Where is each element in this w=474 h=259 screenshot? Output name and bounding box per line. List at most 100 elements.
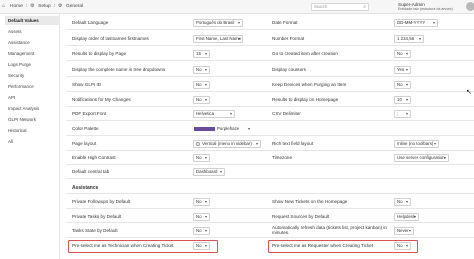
sidebar-item-assets[interactable]: Assets [0, 27, 60, 36]
sidebar-item-management[interactable]: Management [0, 49, 60, 58]
chevron-down-icon: ▾ [204, 228, 207, 233]
pdf-font-select[interactable]: Helvetica ▾ [193, 110, 235, 118]
go-to-created-select[interactable]: No ▾ [394, 50, 411, 58]
notifications-value: No [196, 97, 202, 102]
divider [66, 193, 474, 194]
divider [66, 237, 474, 238]
rich-text-layout-label: Rich text field layout [272, 141, 314, 146]
timezone-label: Timezone [272, 155, 292, 160]
go-to-created-label: Go to created item after creation [272, 51, 338, 56]
display-counters-value: Yes [397, 67, 405, 72]
sidebar-item-glpi-network[interactable]: GLPI Network [0, 115, 60, 124]
chevron-down-icon: ▾ [219, 169, 222, 174]
chevron-down-icon: ▾ [405, 51, 408, 56]
date-format-value: DD-MM-YYYY [397, 20, 426, 25]
page-layout-label: Page layout [72, 141, 97, 146]
auto-refresh-select[interactable]: Never ▾ [394, 227, 414, 235]
high-contrast-select[interactable]: No ▾ [193, 154, 210, 162]
sidebar-item-default-values[interactable]: Default Values [5, 16, 60, 25]
default-language-label: Default Language [72, 20, 109, 25]
private-tasks-select[interactable]: No ▾ [193, 213, 210, 221]
number-format-label: Number Format [272, 36, 305, 41]
default-language-value: Português do Brasil [196, 20, 235, 25]
breadcrumb-separator: / [25, 4, 28, 9]
chevron-down-icon: ▾ [204, 51, 207, 56]
divider [66, 222, 474, 223]
csv-delimiter-value: ; [397, 111, 399, 116]
keep-devices-value: No [397, 82, 403, 87]
high-contrast-label: Enable High Contrast [72, 155, 116, 160]
rich-text-layout-select[interactable]: Inline (no toolbars) ▾ [394, 140, 439, 148]
assistance-section-title: Assistance [72, 185, 99, 191]
results-per-page-select[interactable]: 15 ▾ [193, 50, 210, 58]
preselect-requester-select[interactable]: No ▾ [394, 242, 411, 250]
divider [66, 91, 474, 92]
search-input[interactable]: Search ⌕ [311, 3, 369, 11]
complete-name-label: Display the complete name in tree dropdo… [72, 67, 166, 72]
sidebar-item-impact-analysis[interactable]: Impact Analysis [0, 104, 60, 113]
private-followups-label: Private Followups by Default [72, 199, 131, 204]
sidebar-item-performance[interactable]: Performance [0, 82, 60, 91]
divider [66, 76, 474, 77]
private-followups-value: No [196, 199, 202, 204]
user-menu[interactable]: Super-Admin Entidade raiz (estrutura da … [398, 2, 453, 12]
search-placeholder: Search [314, 4, 328, 9]
results-per-page-label: Results to display by Page [72, 51, 127, 56]
private-followups-select[interactable]: No ▾ [193, 198, 210, 206]
private-tasks-value: No [196, 214, 202, 219]
page-layout-select[interactable]: Vertical (menu in sidebar) ▾ [193, 140, 261, 148]
date-format-select[interactable]: DD-MM-YYYY ▾ [394, 19, 438, 27]
display-counters-select[interactable]: Yes ▾ [394, 66, 411, 74]
breadcrumb-general[interactable]: General [66, 4, 83, 9]
chevron-down-icon: ▾ [405, 97, 408, 102]
chevron-down-icon: ▾ [405, 111, 408, 116]
auto-refresh-label: Automatically refresh data (tickets list… [272, 225, 387, 235]
notifications-label: Notifications for My Changes [72, 97, 131, 102]
new-tickets-homepage-value: No [397, 199, 403, 204]
breadcrumb-separator: / [53, 4, 56, 9]
new-tickets-homepage-label: Show New Tickets on the Homepage [272, 199, 348, 204]
new-tickets-homepage-select[interactable]: No ▾ [394, 198, 411, 206]
breadcrumb-setup[interactable]: Setup [38, 4, 51, 9]
timezone-select[interactable]: Use server configuration ▾ [394, 154, 449, 162]
home-icon[interactable]: ⌂ [2, 4, 7, 9]
sidebar-item-logs-purge[interactable]: Logs Purge [0, 60, 60, 69]
sidebar-item-historical[interactable]: Historical [0, 126, 60, 135]
pdf-font-label: PDF Export Font [72, 111, 107, 116]
preselect-technician-select[interactable]: No ▾ [193, 242, 210, 250]
search-icon[interactable]: ⌕ [363, 4, 366, 10]
chevron-down-icon: ▾ [405, 82, 408, 87]
gear-icon: ⚙ [58, 3, 63, 9]
complete-name-select[interactable]: No ▾ [193, 66, 210, 74]
sidebar-item-security[interactable]: Security [0, 71, 60, 80]
number-format-select[interactable]: 1 234,56 ▾ [394, 35, 424, 43]
chevron-down-icon: ▾ [408, 228, 411, 233]
tasks-state-select[interactable]: No ▾ [193, 227, 210, 235]
show-glpi-id-select[interactable]: No ▾ [193, 81, 210, 89]
sidebar-item-api[interactable]: API [0, 93, 60, 102]
default-tab-select[interactable]: Dashboard ▾ [193, 168, 225, 176]
avatar[interactable] [466, 2, 474, 11]
chevron-down-icon: ▾ [433, 141, 436, 146]
name-order-value: First Name, Last Name [196, 36, 242, 41]
name-order-select[interactable]: First Name, Last Name ▾ [193, 35, 243, 43]
chevron-down-icon: ▾ [204, 199, 207, 204]
number-format-value: 1 234,56 [397, 36, 415, 41]
csv-delimiter-select[interactable]: ; ▾ [394, 110, 411, 118]
divider [66, 45, 474, 46]
notifications-select[interactable]: No ▾ [193, 96, 210, 104]
chevron-down-icon: ▾ [204, 155, 207, 160]
homepage-results-select[interactable]: 10 ▾ [394, 96, 411, 104]
page-layout-value: Vertical (menu in sidebar) [202, 141, 252, 146]
color-palette-value: Purplehaze [217, 126, 240, 131]
breadcrumb-home[interactable]: Home [10, 4, 23, 9]
divider [66, 150, 474, 151]
request-sources-select[interactable]: Helpdesk ▾ [394, 213, 419, 221]
sidebar-item-all[interactable]: All [0, 137, 60, 146]
sidebar-item-assistance[interactable]: Assistance [0, 38, 60, 47]
color-palette-select[interactable]: Purplehaze ▾ [193, 125, 253, 133]
color-palette-label: Color Palette [72, 126, 99, 131]
keep-devices-select[interactable]: No ▾ [394, 81, 411, 89]
date-format-label: Date Format [272, 20, 298, 25]
default-language-select[interactable]: Português do Brasil ▾ [193, 19, 243, 27]
